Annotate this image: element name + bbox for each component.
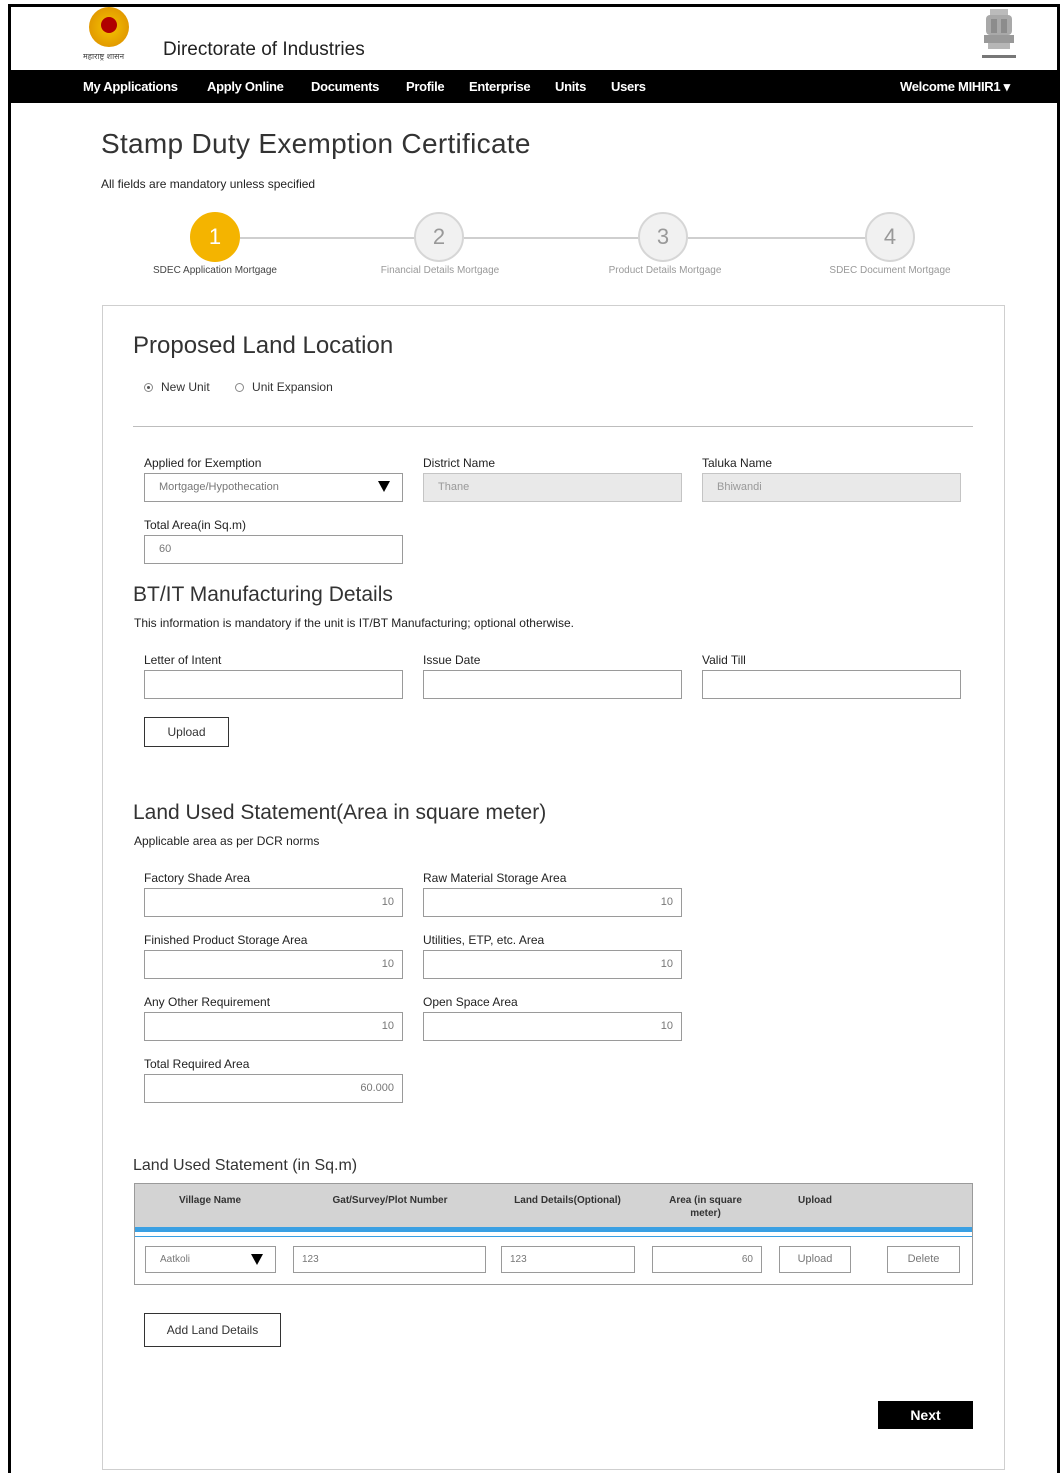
land-details-input[interactable]: 123: [501, 1246, 635, 1273]
other-requirement-label: Any Other Requirement: [144, 995, 271, 1009]
stepper-connector: [240, 237, 416, 239]
th-area: Area (in square meter): [669, 1195, 742, 1219]
btit-upload-button[interactable]: Upload: [144, 717, 229, 747]
applied-for-value: Mortgage/Hypothecation: [159, 481, 279, 493]
village-select[interactable]: Aatkoli: [145, 1246, 276, 1273]
letter-of-intent-input[interactable]: [144, 670, 403, 699]
radio-unit-expansion-label: Unit Expansion: [252, 380, 333, 394]
btit-title: BT/IT Manufacturing Details: [133, 583, 393, 606]
total-required-input[interactable]: 60.000: [144, 1074, 403, 1103]
radio-new-unit[interactable]: New Unit: [144, 380, 210, 394]
district-label: District Name: [423, 456, 496, 470]
nav-profile[interactable]: Profile: [406, 79, 445, 94]
step-4-label: SDEC Document Mortgage: [829, 265, 951, 276]
taluka-label: Taluka Name: [702, 456, 773, 470]
stepper-connector: [464, 237, 640, 239]
table-header-rule: [135, 1227, 972, 1232]
radio-unchecked-icon: [235, 383, 245, 392]
open-space-label: Open Space Area: [423, 995, 518, 1009]
area-input[interactable]: 60: [652, 1246, 762, 1273]
finished-product-label: Finished Product Storage Area: [144, 933, 308, 947]
radio-checked-icon: [144, 383, 153, 392]
unit-type-radio-group: New Unit Unit Expansion: [144, 380, 333, 394]
step-3[interactable]: 3: [638, 212, 688, 262]
step-1-label: SDEC Application Mortgage: [153, 265, 277, 276]
table-header: Village Name Gat/Survey/Plot Number Land…: [135, 1184, 972, 1227]
row-upload-button[interactable]: Upload: [779, 1246, 851, 1273]
issue-date-label: Issue Date: [423, 653, 481, 667]
table-header-rule: [135, 1236, 972, 1237]
dropdown-arrow-icon: [378, 481, 390, 492]
btit-note: This information is mandatory if the uni…: [134, 616, 574, 630]
land-used-title: Land Used Statement(Area in square meter…: [133, 801, 547, 824]
utilities-label: Utilities, ETP, etc. Area: [423, 933, 545, 947]
add-land-details-button[interactable]: Add Land Details: [144, 1313, 281, 1347]
valid-till-label: Valid Till: [702, 653, 746, 667]
total-required-label: Total Required Area: [144, 1057, 250, 1071]
radio-new-unit-label: New Unit: [161, 380, 210, 394]
valid-till-input[interactable]: [702, 670, 961, 699]
th-land-details: Land Details(Optional): [514, 1195, 621, 1206]
nav-apply-online[interactable]: Apply Online: [207, 79, 284, 94]
nav-units[interactable]: Units: [555, 79, 586, 94]
user-menu[interactable]: Welcome MIHIR1 ▾: [900, 79, 1010, 95]
gat-number-input[interactable]: 123: [293, 1246, 486, 1273]
row-delete-button[interactable]: Delete: [887, 1246, 960, 1273]
issue-date-input[interactable]: [423, 670, 682, 699]
land-details-table: Village Name Gat/Survey/Plot Number Land…: [134, 1183, 973, 1285]
site-header: महाराष्ट्र शासन Directorate of Industrie…: [11, 7, 1057, 69]
total-area-label: Total Area(in Sq.m): [144, 518, 247, 532]
step-4[interactable]: 4: [865, 212, 915, 262]
land-table-title: Land Used Statement (in Sq.m): [133, 1157, 358, 1174]
district-field: Thane: [423, 473, 682, 502]
letter-of-intent-label: Letter of Intent: [144, 653, 222, 667]
raw-material-label: Raw Material Storage Area: [423, 871, 567, 885]
finished-product-input[interactable]: 10: [144, 950, 403, 979]
nav-my-applications[interactable]: My Applications: [83, 79, 178, 94]
open-space-input[interactable]: 10: [423, 1012, 682, 1041]
other-requirement-input[interactable]: 10: [144, 1012, 403, 1041]
nav-documents[interactable]: Documents: [311, 79, 379, 94]
th-village: Village Name: [178, 1195, 242, 1206]
site-title: Directorate of Industries: [163, 39, 365, 60]
utilities-input[interactable]: 10: [423, 950, 682, 979]
main-navbar: My Applications Apply Online Documents P…: [11, 70, 1057, 103]
step-2[interactable]: 2: [414, 212, 464, 262]
applied-for-select[interactable]: Mortgage/Hypothecation: [144, 473, 403, 502]
maharashtra-emblem-icon: [89, 7, 129, 47]
dropdown-arrow-icon: [251, 1254, 263, 1265]
raw-material-input[interactable]: 10: [423, 888, 682, 917]
nav-users[interactable]: Users: [611, 79, 646, 94]
total-area-input[interactable]: 60: [144, 535, 403, 564]
national-emblem-icon: [982, 9, 1016, 58]
village-value: Aatkoli: [160, 1254, 191, 1265]
factory-shade-input[interactable]: 10: [144, 888, 403, 917]
th-gat: Gat/Survey/Plot Number: [332, 1195, 448, 1206]
next-button[interactable]: Next: [878, 1401, 973, 1429]
location-title: Proposed Land Location: [133, 332, 394, 359]
mandatory-note: All fields are mandatory unless specifie…: [101, 177, 316, 191]
applied-for-label: Applied for Exemption: [144, 456, 262, 470]
stepper-connector: [688, 237, 866, 239]
radio-unit-expansion[interactable]: Unit Expansion: [235, 380, 333, 394]
emblem-caption: महाराष्ट्र शासन: [83, 52, 125, 61]
step-1[interactable]: 1: [190, 212, 240, 262]
th-upload: Upload: [798, 1195, 832, 1206]
land-used-note: Applicable area as per DCR norms: [134, 834, 320, 848]
section-divider: [133, 426, 973, 427]
factory-shade-label: Factory Shade Area: [144, 871, 251, 885]
page-title: Stamp Duty Exemption Certificate: [101, 128, 531, 159]
nav-enterprise[interactable]: Enterprise: [469, 79, 531, 94]
step-2-label: Financial Details Mortgage: [380, 265, 500, 276]
step-3-label: Product Details Mortgage: [608, 265, 722, 276]
taluka-field: Bhiwandi: [702, 473, 961, 502]
